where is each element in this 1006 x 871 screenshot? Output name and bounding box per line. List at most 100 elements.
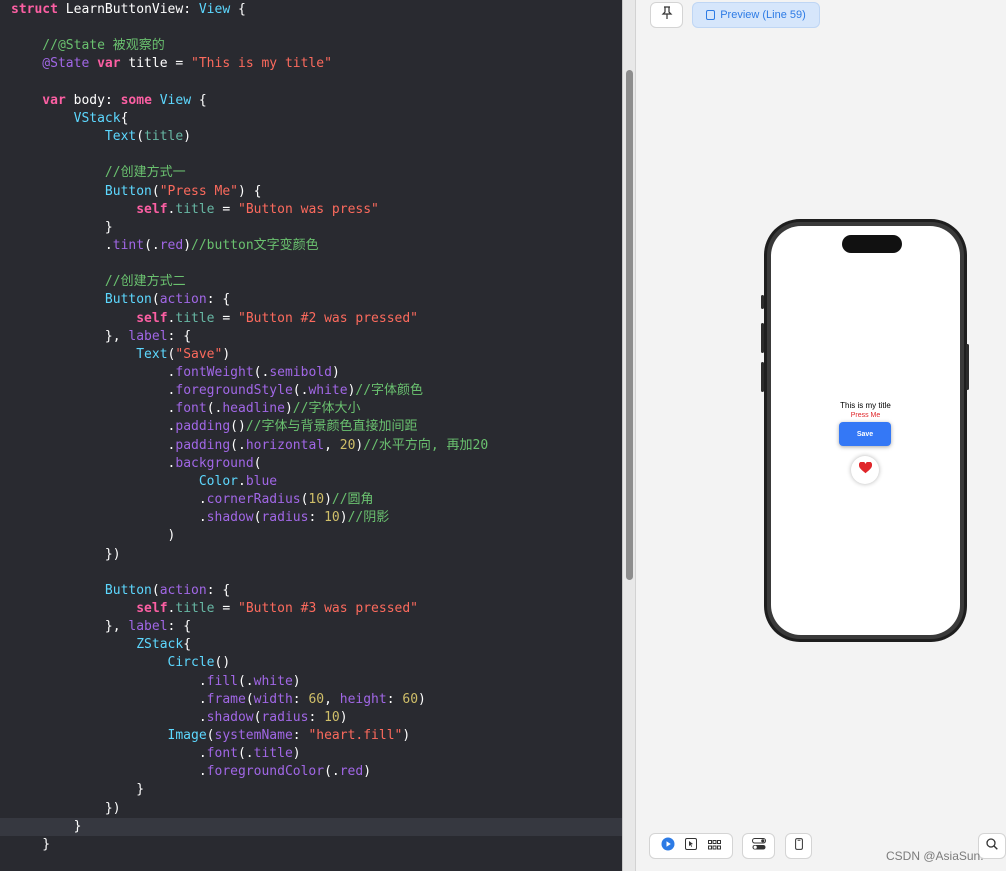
code-line[interactable]: .shadow(radius: 10)	[0, 709, 622, 727]
code-line[interactable]: Text("Save")	[0, 346, 622, 364]
code-token: title	[128, 56, 168, 72]
select-mode-icon[interactable]	[685, 837, 698, 855]
code-line[interactable]: //创建方式二	[0, 273, 622, 291]
code-line[interactable]: var body: some View {	[0, 92, 622, 110]
code-token: var	[97, 56, 129, 72]
code-token: background	[175, 455, 254, 471]
code-line[interactable]	[0, 74, 622, 92]
code-line[interactable]: }, label: {	[0, 328, 622, 346]
code-line[interactable]: .fontWeight(.semibold)	[0, 364, 622, 382]
code-line[interactable]: )	[0, 527, 622, 545]
device-icon	[794, 837, 803, 855]
code-token: 10	[308, 492, 325, 508]
code-line[interactable]	[0, 564, 622, 582]
code-token: red	[159, 237, 184, 253]
heart-button[interactable]	[851, 456, 879, 484]
code-line[interactable]: .cornerRadius(10)//圆角	[0, 491, 622, 509]
preview-label: Preview (Line 59)	[720, 9, 806, 21]
code-token: {	[191, 92, 207, 108]
code-token: height	[339, 691, 387, 707]
variants-grid-icon[interactable]	[707, 837, 721, 855]
zoom-icon	[986, 837, 998, 855]
code-token: Button	[11, 582, 152, 598]
code-token: frame	[206, 691, 246, 707]
code-token: //字体颜色	[355, 383, 424, 399]
code-token: cornerRadius	[206, 492, 301, 508]
code-token: 20	[339, 437, 356, 453]
save-button[interactable]: Save	[839, 422, 891, 446]
code-line[interactable]: .padding(.horizontal, 20)//水平方向, 再加20	[0, 437, 622, 455]
code-line[interactable]: .font(.headline)//字体大小	[0, 400, 622, 418]
code-token: "This is my title"	[191, 56, 332, 72]
code-line[interactable]: .foregroundColor(.red)	[0, 763, 622, 781]
code-token: (.	[230, 437, 246, 453]
device-settings-button[interactable]	[785, 833, 812, 859]
code-line[interactable]: ZStack{	[0, 636, 622, 654]
code-token: //创建方式二	[11, 274, 186, 290]
code-line[interactable]: }	[0, 219, 622, 237]
code-line[interactable]: .frame(width: 60, height: 60)	[0, 691, 622, 709]
code-line[interactable]: }	[0, 781, 622, 799]
code-token: (	[136, 129, 145, 145]
code-line[interactable]: .shadow(radius: 10)//阴影	[0, 509, 622, 527]
code-token: (	[206, 728, 215, 743]
code-line[interactable]: .tint(.red)//button文字变颜色	[0, 237, 622, 255]
code-line[interactable]: Button(action: {	[0, 582, 622, 600]
code-token: )	[284, 401, 293, 417]
code-token: shadow	[206, 510, 254, 526]
code-line[interactable]: @State var title = "This is my title"	[0, 55, 622, 73]
code-line[interactable]: Text(title)	[0, 128, 622, 146]
editor-scrollbar[interactable]	[622, 0, 636, 871]
code-token: },	[11, 619, 129, 635]
code-token: 60	[402, 691, 419, 707]
code-line[interactable]: Circle()	[0, 654, 622, 672]
code-token: label	[128, 619, 168, 635]
code-line[interactable]: Button(action: {	[0, 291, 622, 309]
code-token: )	[339, 709, 348, 725]
code-line[interactable]: .font(.title)	[0, 745, 622, 763]
code-line[interactable]: Button("Press Me") {	[0, 183, 622, 201]
device-phone: This is my title Press Me Save	[764, 219, 967, 642]
code-line[interactable]: }	[0, 817, 622, 836]
code-token: (	[253, 455, 262, 471]
watermark: CSDN @AsiaSun.	[886, 849, 984, 863]
code-line[interactable]: })	[0, 800, 622, 818]
press-me-button[interactable]: Press Me	[771, 412, 960, 419]
code-line[interactable]: //创建方式一	[0, 164, 622, 182]
code-token: )	[339, 510, 348, 526]
code-editor[interactable]: struct LearnButtonView: View { //@State …	[0, 0, 622, 871]
code-line[interactable]	[0, 255, 622, 273]
code-line[interactable]: .fill(.white)	[0, 673, 622, 691]
code-line[interactable]: .background(	[0, 455, 622, 473]
code-line[interactable]: }	[0, 836, 622, 854]
code-line[interactable]: //@State 被观察的	[0, 37, 622, 55]
variants-toggle-icon	[751, 837, 766, 855]
code-line[interactable]: struct LearnButtonView: View {	[0, 1, 622, 19]
code-token: (	[151, 183, 160, 199]
code-line[interactable]: }, label: {	[0, 618, 622, 636]
code-line[interactable]: .padding()//字体与背景颜色直接加间距	[0, 418, 622, 436]
code-line[interactable]: self.title = "Button #2 was pressed"	[0, 310, 622, 328]
code-token: (.	[144, 237, 160, 253]
variants-button[interactable]	[742, 833, 775, 859]
code-token: :	[386, 691, 403, 707]
pin-button[interactable]	[650, 2, 683, 28]
code-line[interactable]	[0, 19, 622, 37]
code-line[interactable]: self.title = "Button was press"	[0, 201, 622, 219]
live-mode-icon[interactable]	[661, 837, 675, 856]
code-line[interactable]	[0, 146, 622, 164]
code-line[interactable]: })	[0, 546, 622, 564]
code-line[interactable]: Image(systemName: "heart.fill")	[0, 727, 622, 745]
code-line[interactable]: .foregroundStyle(.white)//字体颜色	[0, 382, 622, 400]
code-line[interactable]: self.title = "Button #3 was pressed"	[0, 600, 622, 618]
code-line[interactable]: Color.blue	[0, 473, 622, 491]
code-line[interactable]: VStack{	[0, 110, 622, 128]
code-token: "Button #2 was pressed"	[238, 310, 419, 326]
code-token: 10	[324, 709, 340, 725]
preview-selector-button[interactable]: Preview (Line 59)	[692, 2, 820, 28]
scrollbar-thumb[interactable]	[626, 70, 633, 580]
code-token: .	[11, 383, 176, 399]
code-token: .	[11, 237, 113, 253]
code-token: //圆角	[331, 492, 374, 508]
code-token: ,	[324, 437, 340, 453]
